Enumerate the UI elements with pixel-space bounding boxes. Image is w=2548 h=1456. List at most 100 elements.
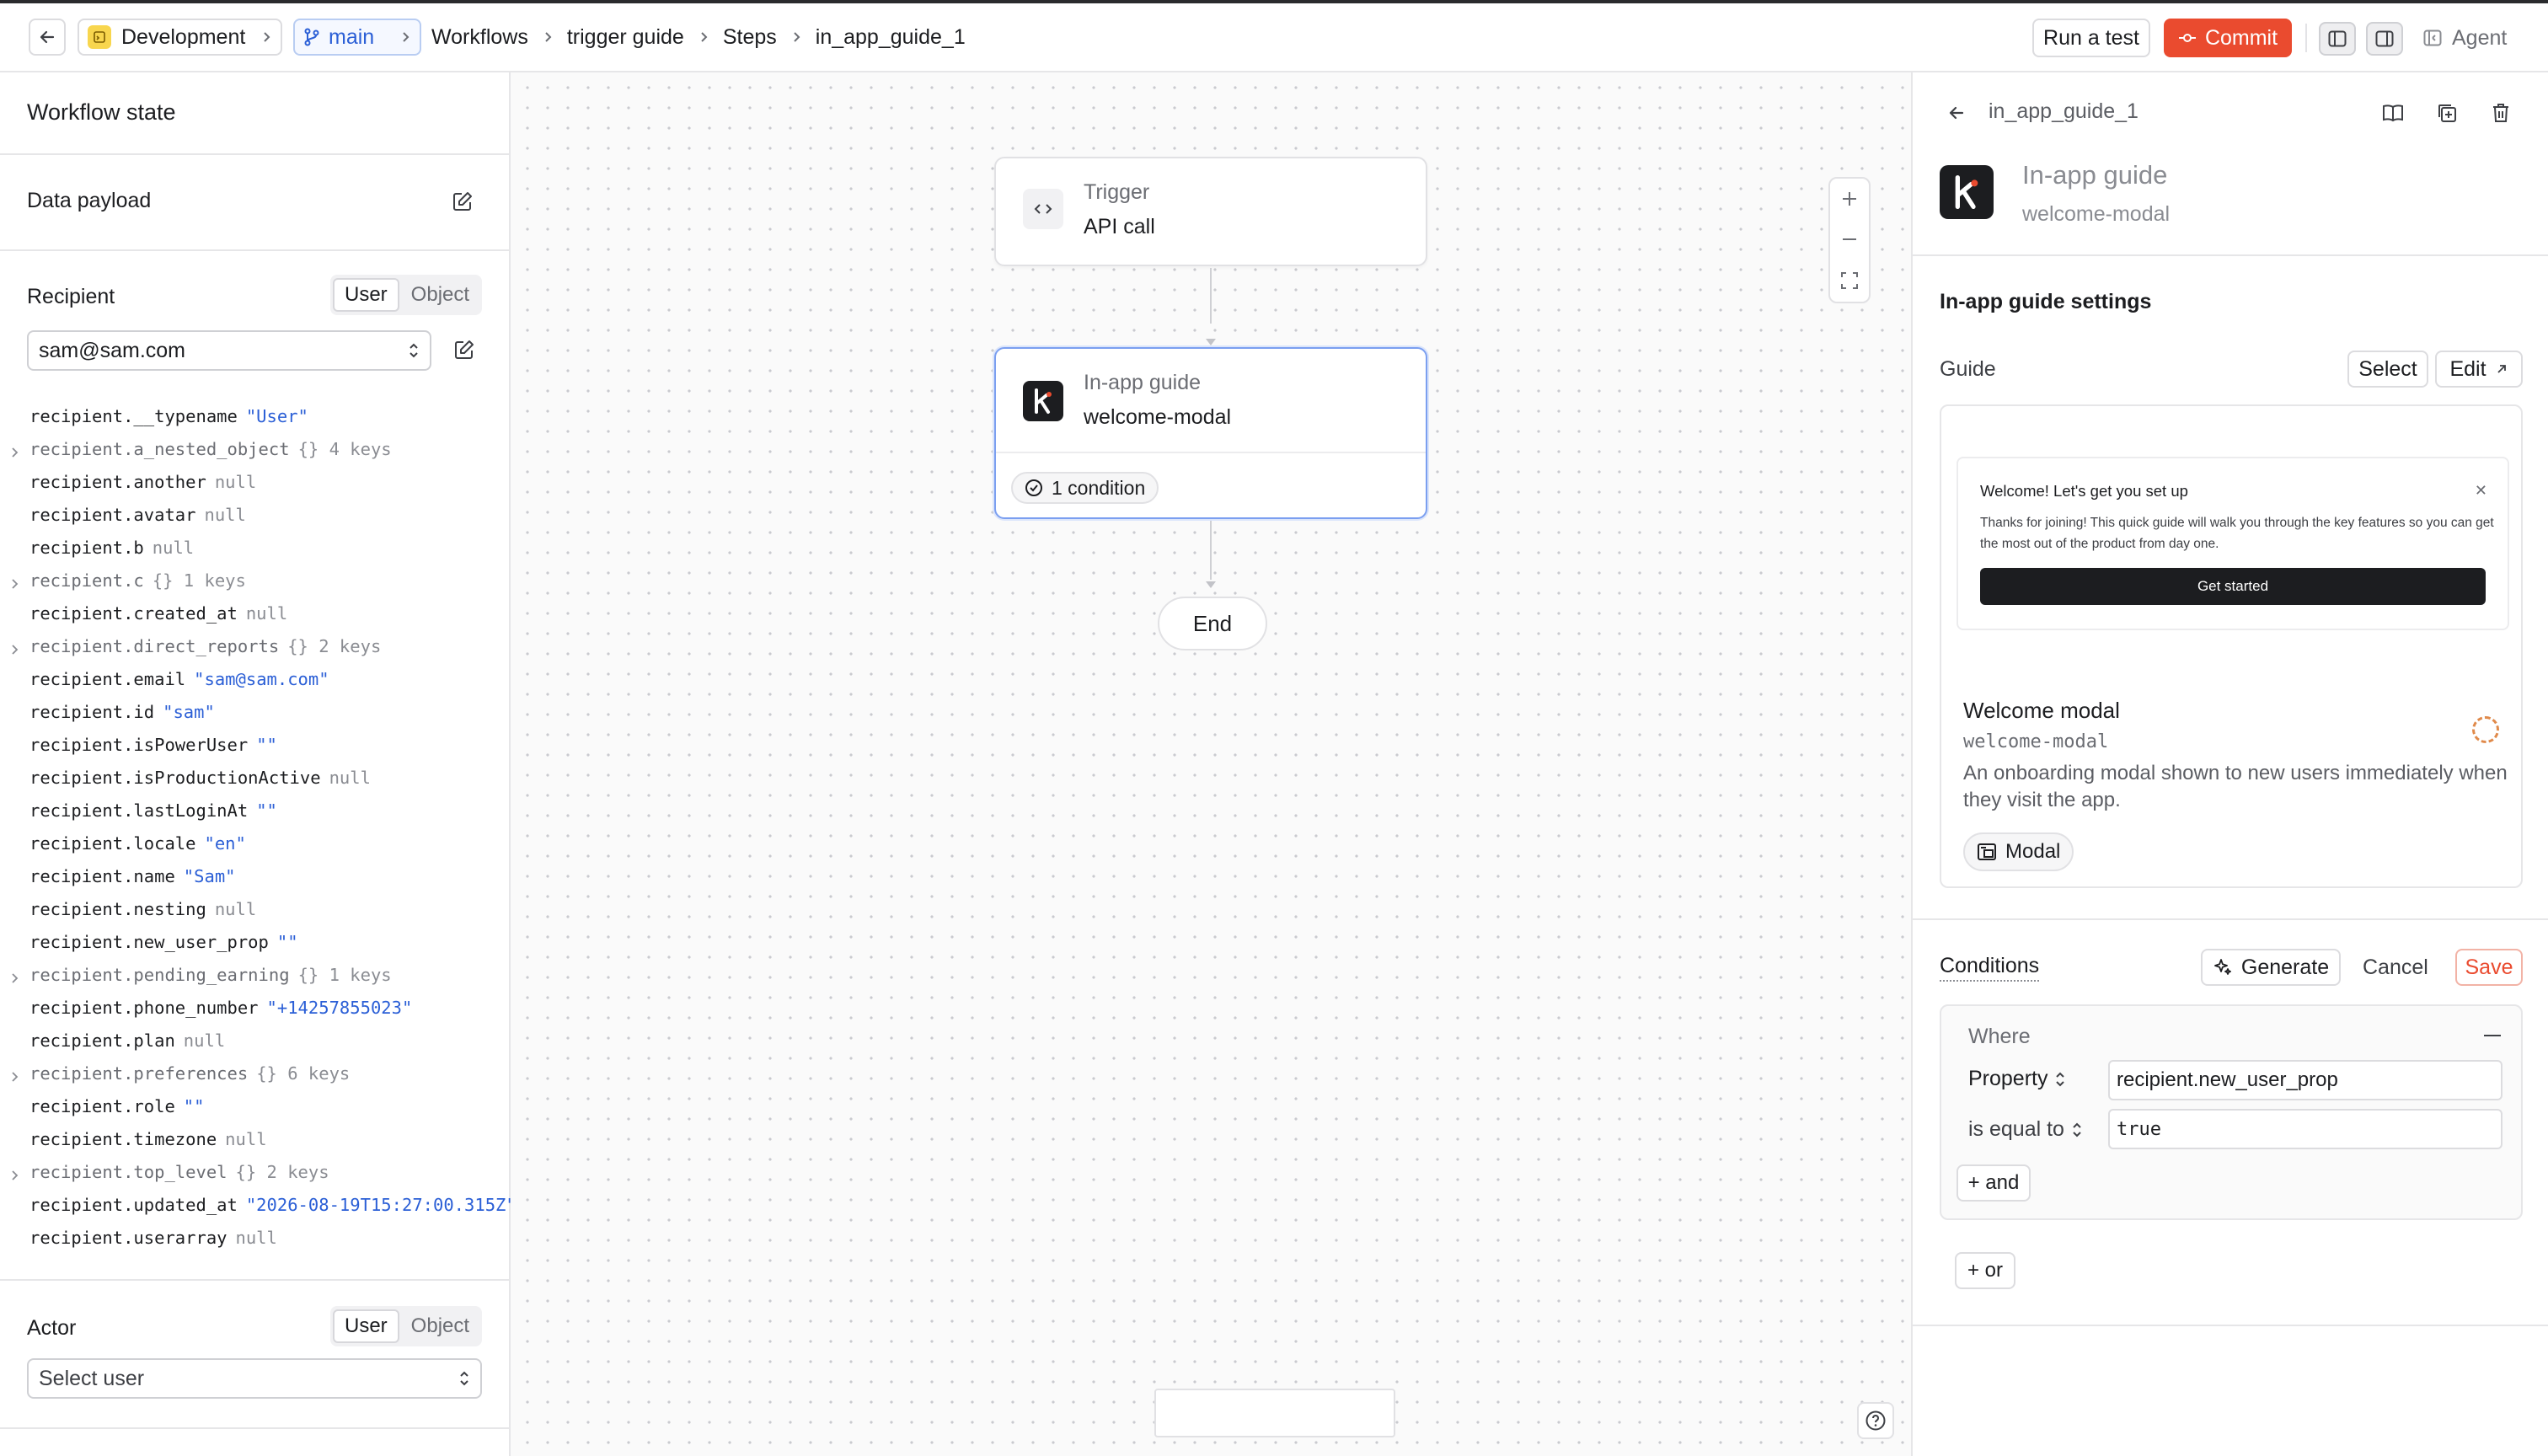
save-button[interactable]: Save [2455,949,2523,986]
collapse-minus-icon[interactable] [2484,1035,2501,1036]
property-key: recipient.role [29,1095,175,1116]
code-icon [1023,189,1063,229]
connector-arrow [1206,581,1216,588]
actor-type-user[interactable]: User [333,1309,399,1343]
where-label: Where [1968,1025,2031,1048]
property-key: recipient.isPowerUser [29,734,249,755]
property-key: recipient.new_user_prop [29,931,269,952]
property-value: null [183,1030,226,1051]
workflow-state-panel: Workflow state Data payload Recipient Us… [0,72,517,1456]
sidebar-left-icon [2328,30,2347,47]
property-value: {} 2 keys [287,635,382,656]
plus-icon[interactable] [1840,190,1859,208]
recipient-type-object[interactable]: Object [401,278,479,312]
data-payload-label: Data payload [27,189,152,212]
guide-key: welcome-modal [1963,731,2109,752]
select-guide-button[interactable]: Select [2347,351,2428,388]
property-key: recipient.userarray [29,1227,228,1248]
help-button[interactable] [1857,1402,1894,1439]
git-commit-icon [2178,34,2196,42]
condition-badge[interactable]: 1 condition [1011,472,1159,504]
environment-selector[interactable]: Development [78,19,282,56]
edit-guide-button[interactable]: Edit [2435,351,2523,388]
property-row[interactable]: recipient.c {} 1 keys [0,564,509,597]
minimap[interactable] [1154,1389,1395,1437]
property-key: recipient.direct_reports [29,635,280,656]
chevron-right-icon [10,640,20,660]
property-row: recipient.isPowerUser "" [0,728,509,761]
actor-select[interactable]: Select user [27,1358,482,1399]
close-icon: ✕ [2474,482,2487,499]
operator-label: is equal to [1968,1117,2064,1141]
breadcrumb-workflow[interactable]: trigger guide [567,25,684,50]
in-app-guide-node[interactable]: In-app guide welcome-modal 1 condition [994,347,1427,519]
preview-cta-button: Get started [1980,568,2486,605]
property-row[interactable]: recipient.a_nested_object {} 4 keys [0,432,509,465]
edit-recipient-button[interactable] [450,335,479,364]
environment-name: Development [121,24,246,49]
property-value: "" [183,1095,205,1116]
recipient-select[interactable]: sam@sam.com [27,330,431,371]
chevron-right-icon [10,968,20,988]
sparkles-icon [2213,959,2231,975]
actor-placeholder: Select user [39,1366,145,1390]
trash-icon[interactable] [2487,99,2514,126]
value-input[interactable]: true [2108,1109,2502,1149]
property-input[interactable]: recipient.new_user_prop [2108,1060,2502,1100]
duplicate-icon[interactable] [2433,99,2460,126]
property-row: recipient.name "Sam" [0,859,509,892]
preview-body: Thanks for joining! This quick guide wil… [1980,516,2494,551]
guide-type-badge: Modal [1963,832,2074,871]
chevron-right-icon [10,442,20,463]
property-key: recipient.a_nested_object [29,438,290,459]
property-key: recipient.isProductionActive [29,767,321,788]
property-key: recipient.email [29,668,186,689]
end-node: End [1158,597,1267,650]
toggle-right-sidebar-button[interactable] [2366,22,2403,56]
breadcrumb-steps[interactable]: Steps [723,25,777,50]
recipient-label: Recipient [27,285,115,308]
property-row[interactable]: recipient.pending_earning {} 1 keys [0,958,509,991]
divider [0,1279,509,1281]
property-row[interactable]: recipient.top_level {} 2 keys [0,1155,509,1188]
docs-book-icon[interactable] [2379,99,2406,126]
actor-type-object[interactable]: Object [401,1309,479,1343]
step-kind: In-app guide [2022,160,2168,190]
edit-payload-button[interactable] [448,187,477,216]
property-row[interactable]: recipient.preferences {} 6 keys [0,1057,509,1089]
edit-icon [453,192,472,211]
run-test-button[interactable]: Run a test [2032,19,2150,57]
property-value: null [214,471,257,492]
property-key: recipient.nesting [29,898,206,919]
generate-button[interactable]: Generate [2201,949,2341,986]
branch-selector[interactable]: main [293,19,421,56]
property-value: "sam@sam.com" [194,668,329,689]
chevron-right-icon [403,32,410,42]
cancel-button[interactable]: Cancel [2363,956,2428,980]
back-arrow-icon[interactable] [1943,99,1970,126]
toggle-left-sidebar-button[interactable] [2319,22,2356,56]
chevron-right-icon [542,31,554,43]
property-key: recipient.lastLoginAt [29,800,249,821]
property-type-select[interactable]: Property [1968,1067,2066,1091]
property-row[interactable]: recipient.direct_reports {} 2 keys [0,629,509,662]
divider [0,249,509,251]
fit-view-icon[interactable] [1839,270,1860,291]
operator-select[interactable]: is equal to [1968,1117,2083,1142]
condition-count: 1 condition [1052,476,1146,499]
guide-name: welcome-modal [1084,405,1232,429]
add-and-button[interactable]: + and [1956,1164,2031,1202]
edit-icon [455,340,474,359]
add-or-button[interactable]: + or [1955,1252,2015,1289]
step-name: in_app_guide_1 [1989,99,2138,123]
recipient-type-user[interactable]: User [333,278,399,312]
trigger-node[interactable]: Trigger API call [994,157,1427,266]
guide-kind: In-app guide [1084,371,1202,394]
back-button[interactable] [29,19,66,56]
agent-button[interactable]: Agent [2423,19,2507,57]
workflow-canvas[interactable]: Trigger API call In-app guide welcome-mo… [511,72,1911,1456]
minus-icon[interactable] [1840,230,1859,249]
breadcrumb-step: in_app_guide_1 [815,24,966,49]
breadcrumb-workflows[interactable]: Workflows [431,25,528,50]
commit-button[interactable]: Commit [2164,19,2292,57]
